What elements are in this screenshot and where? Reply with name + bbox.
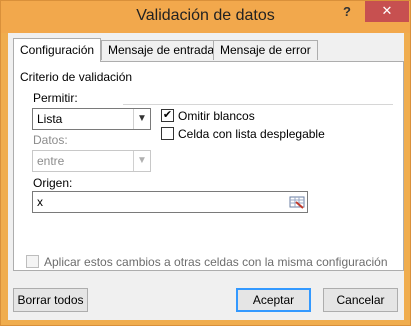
check-icon: ✔	[162, 109, 173, 121]
datos-value: entre	[37, 154, 65, 168]
section-title: Criterio de validación	[20, 70, 133, 84]
close-button[interactable]: ✕	[365, 1, 409, 22]
section-divider	[123, 104, 393, 105]
aceptar-button[interactable]: Aceptar	[236, 288, 311, 312]
datos-label: Datos:	[33, 133, 68, 147]
tab-configuracion[interactable]: Configuración	[13, 38, 102, 62]
cancelar-button[interactable]: Cancelar	[323, 288, 398, 312]
permitir-label: Permitir:	[33, 91, 78, 105]
celda-lista-label: Celda con lista desplegable	[178, 127, 325, 141]
permitir-select[interactable]: Lista ▼	[32, 108, 151, 130]
chevron-down-icon: ▼	[133, 151, 150, 171]
tab-mensaje-error[interactable]: Mensaje de error	[213, 40, 318, 60]
origen-value: x	[37, 195, 43, 209]
tab-mensaje-entrada[interactable]: Mensaje de entrada	[101, 40, 222, 60]
chevron-down-icon[interactable]: ▼	[133, 109, 150, 129]
dialog-window: Validación de datos ? ✕ Configuración Me…	[0, 0, 411, 326]
aplicar-cambios-label: Aplicar estos cambios a otras celdas con…	[44, 255, 388, 269]
title-bar[interactable]: Validación de datos ? ✕	[1, 1, 410, 33]
omitir-blancos-label: Omitir blancos	[178, 109, 255, 123]
origen-label: Origen:	[33, 176, 73, 190]
celda-lista-checkbox[interactable]	[161, 127, 174, 140]
origen-input[interactable]: x	[32, 191, 308, 213]
range-selector-icon[interactable]	[288, 193, 306, 211]
borrar-todos-button[interactable]: Borrar todos	[13, 288, 88, 312]
close-icon: ✕	[381, 3, 393, 18]
help-button[interactable]: ?	[336, 4, 358, 22]
permitir-value: Lista	[37, 112, 63, 126]
settings-panel: Criterio de validación Permitir: Lista ▼…	[13, 61, 404, 271]
aplicar-cambios-checkbox[interactable]	[26, 255, 39, 268]
datos-select[interactable]: entre ▼	[32, 150, 151, 172]
omitir-blancos-checkbox[interactable]: ✔	[161, 109, 174, 122]
dialog-body: Configuración Mensaje de entrada Mensaje…	[8, 33, 404, 320]
